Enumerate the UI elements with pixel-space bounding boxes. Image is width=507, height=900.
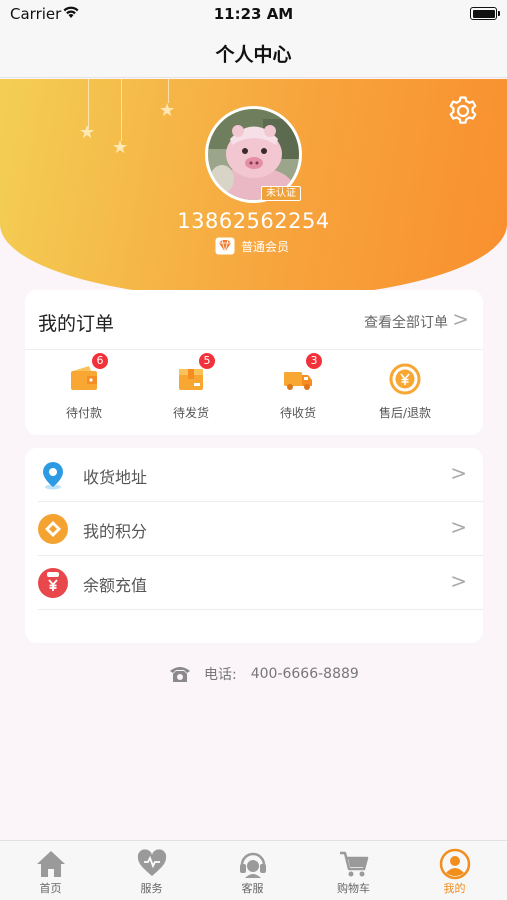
badge-count: 6 bbox=[91, 352, 109, 370]
view-all-orders-link[interactable]: 查看全部订单 bbox=[364, 312, 448, 332]
menu-item-label: 余额充值 bbox=[83, 576, 148, 595]
order-status-pending-shipment[interactable]: 5 待发货 bbox=[146, 352, 236, 421]
gear-icon[interactable] bbox=[446, 94, 480, 128]
package-icon: 5 bbox=[174, 352, 216, 396]
tab-bar: 首页 服务 客服 购物车 我的 bbox=[0, 840, 507, 900]
phone-number: 400-6666-8889 bbox=[250, 666, 359, 682]
verification-badge[interactable]: 未认证 bbox=[261, 186, 301, 201]
diamond-icon bbox=[215, 237, 235, 255]
menu-item-label: 收货地址 bbox=[83, 468, 148, 487]
order-status-label: 待发货 bbox=[172, 406, 209, 420]
chevron-right-icon: > bbox=[450, 569, 467, 593]
points-diamond-icon bbox=[38, 514, 68, 544]
tab-cart[interactable]: 购物车 bbox=[303, 841, 404, 900]
home-icon bbox=[36, 851, 65, 877]
page-title: 个人中心 bbox=[215, 44, 292, 66]
tab-service[interactable]: 服务 bbox=[101, 841, 202, 900]
user-icon bbox=[439, 848, 470, 880]
order-status-after-sales[interactable]: 售后/退款 bbox=[360, 362, 450, 421]
tab-customer-service[interactable]: 客服 bbox=[202, 841, 303, 900]
headset-icon bbox=[239, 852, 266, 878]
decor-string bbox=[121, 79, 122, 141]
menu-item-my-points[interactable]: 我的积分 > bbox=[25, 502, 483, 556]
tab-label: 购物车 bbox=[337, 882, 370, 895]
telephone-icon bbox=[170, 667, 190, 682]
battery-icon bbox=[470, 7, 500, 20]
member-level-label: 普通会员 bbox=[241, 239, 290, 254]
wallet-icon: 6 bbox=[67, 352, 109, 396]
cart-icon bbox=[339, 851, 368, 877]
location-pin-icon bbox=[43, 462, 63, 490]
order-status-label: 待收货 bbox=[279, 406, 316, 420]
clock: 11:23 AM bbox=[213, 5, 294, 23]
menu-item-balance-recharge[interactable]: 余额充值 > bbox=[25, 556, 483, 610]
menu-card: 收货地址 > 我的积分 > 余额充值 > bbox=[25, 448, 483, 643]
tab-label: 客服 bbox=[241, 882, 264, 895]
chevron-right-icon: > bbox=[450, 515, 467, 539]
user-phone: 13862562254 bbox=[177, 209, 330, 233]
chevron-right-icon: > bbox=[450, 461, 467, 485]
status-bar: Carrier 11:23 AM bbox=[0, 0, 507, 28]
order-status-pending-payment[interactable]: 6 待付款 bbox=[39, 352, 129, 421]
badge-count: 3 bbox=[305, 352, 323, 370]
badge-count: 5 bbox=[198, 352, 216, 370]
order-status-label: 待付款 bbox=[65, 406, 102, 420]
phone-label: 电话: bbox=[204, 667, 237, 683]
orders-card: 我的订单 查看全部订单 > 6 待付款 5 待发货 3 待收货 售后/退款 bbox=[25, 290, 483, 435]
chevron-right-icon: > bbox=[452, 307, 469, 331]
tab-home[interactable]: 首页 bbox=[0, 841, 101, 900]
order-status-pending-receipt[interactable]: 3 待收货 bbox=[253, 352, 343, 421]
delivery-truck-icon: 3 bbox=[281, 352, 323, 396]
refund-yen-icon bbox=[388, 362, 422, 396]
star-icon: ★ bbox=[159, 100, 176, 121]
member-level: 普通会员 bbox=[215, 237, 289, 255]
tab-label: 服务 bbox=[140, 882, 163, 895]
star-icon: ★ bbox=[79, 122, 96, 143]
heart-icon bbox=[137, 849, 166, 876]
divider bbox=[38, 609, 483, 610]
recharge-yen-icon bbox=[38, 568, 68, 598]
orders-title: 我的订单 bbox=[38, 313, 115, 335]
tab-label: 我的 bbox=[443, 882, 466, 895]
menu-item-label: 我的积分 bbox=[83, 522, 148, 541]
order-status-label: 售后/退款 bbox=[378, 406, 432, 420]
tab-me[interactable]: 我的 bbox=[404, 841, 505, 900]
tab-label: 首页 bbox=[39, 882, 62, 895]
star-icon: ★ bbox=[112, 137, 129, 158]
menu-item-shipping-address[interactable]: 收货地址 > bbox=[25, 448, 483, 502]
navigation-bar: 个人中心 bbox=[0, 28, 507, 78]
orders-header[interactable]: 我的订单 查看全部订单 > bbox=[25, 290, 483, 350]
customer-service-phone[interactable]: 电话: 400-6666-8889 bbox=[168, 663, 359, 685]
